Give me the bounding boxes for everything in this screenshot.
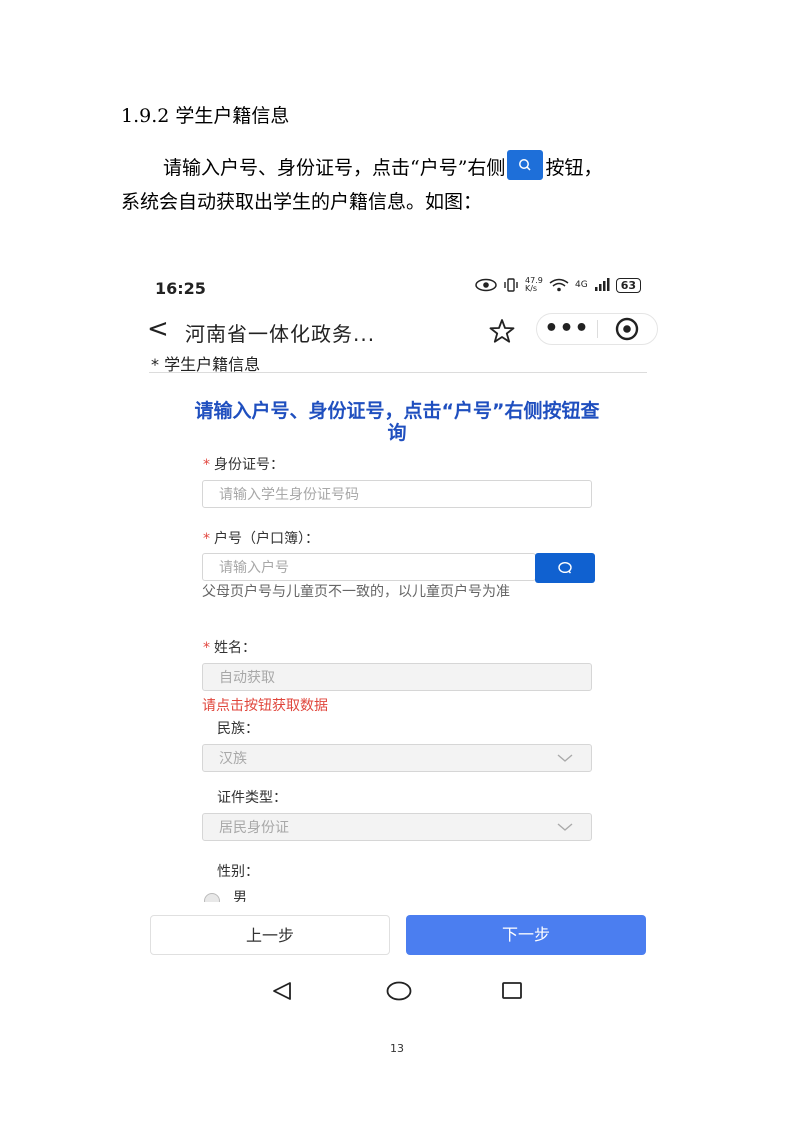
signal-icon — [594, 278, 610, 291]
name-label: * 姓名： — [203, 637, 256, 657]
page-number: 13 — [390, 1042, 404, 1055]
search-icon — [558, 561, 572, 574]
ethnicity-select[interactable]: 汉族 — [202, 744, 592, 772]
nav-title: 河南省一体化政务... — [185, 322, 376, 346]
id-number-label-text: 身份证号： — [214, 457, 284, 473]
star-icon[interactable] — [487, 316, 517, 346]
nav-home-icon[interactable] — [386, 980, 412, 1002]
chevron-down-icon — [557, 754, 573, 762]
network-speed: 47.9 K/s — [524, 276, 543, 293]
cert-type-label: 证件类型： — [217, 790, 287, 806]
mini-program-nav-bar: < 河南省一体化政务... ••• — [127, 310, 669, 352]
cert-type-value: 居民身份证 — [219, 820, 289, 836]
id-number-input[interactable]: 请输入学生身份证号码 — [202, 480, 592, 508]
notice-text: 请输入户号、身份证号，点击“户号”右侧按钮查询 — [194, 400, 600, 444]
instruction-line-2: 系统会自动获取出学生的户籍信息。如图： — [121, 191, 483, 213]
instruction-text-b: 按钮， — [545, 157, 603, 179]
hukou-label: * 户号（户口簿）： — [203, 528, 319, 548]
battery-icon: 63 — [615, 277, 641, 293]
nav-recents-icon[interactable] — [501, 980, 523, 1002]
gender-label: 性别： — [217, 864, 259, 880]
hukou-label-text: 户号（户口簿）： — [214, 531, 319, 547]
nav-back-icon[interactable] — [271, 980, 293, 1002]
vibrate-icon — [504, 278, 518, 292]
capsule-menu: ••• — [536, 313, 658, 345]
cert-type-select[interactable]: 居民身份证 — [202, 813, 592, 841]
status-time: 16:25 — [155, 279, 206, 298]
required-mark: * — [203, 531, 210, 547]
next-step-button[interactable]: 下一步 — [406, 915, 646, 955]
status-icons: 47.9 K/s 4G 63 — [475, 277, 641, 293]
ethnicity-label: 民族： — [217, 721, 259, 737]
ethnicity-value: 汉族 — [219, 751, 247, 767]
prev-step-button[interactable]: 上一步 — [150, 915, 390, 955]
required-mark: * — [203, 640, 210, 656]
hukou-input[interactable]: 请输入户号 — [202, 553, 536, 581]
phone-screenshot: 16:25 47.9 K/s 4G 63 < 河南省一体化政务... ••• *… — [127, 265, 669, 1028]
bottom-action-bar: 上一步 下一步 — [127, 902, 669, 962]
required-mark: * — [203, 457, 210, 473]
hukou-search-button[interactable] — [535, 553, 595, 583]
instruction-line-1: 请输入户号、身份证号，点击“户号”右侧 按钮， — [163, 150, 723, 182]
chevron-down-icon — [557, 823, 573, 831]
wifi-icon — [549, 278, 569, 292]
close-button[interactable] — [598, 317, 656, 341]
network-type: 4G — [574, 280, 588, 290]
section-divider — [149, 372, 647, 373]
system-nav-bar — [127, 970, 669, 1010]
id-number-label: * 身份证号： — [203, 454, 284, 474]
hukou-hint: 父母页户号与儿童页不一致的，以儿童页户号为准 — [202, 584, 510, 600]
name-label-text: 姓名： — [214, 640, 256, 656]
eye-icon — [475, 278, 497, 292]
name-input: 自动获取 — [202, 663, 592, 691]
name-error-text: 请点击按钮获取数据 — [202, 698, 328, 714]
instruction-text-a: 请输入户号、身份证号，点击“户号”右侧 — [163, 157, 506, 179]
status-bar: 16:25 47.9 K/s 4G 63 — [127, 265, 669, 310]
section-heading: 1.9.2 学生户籍信息 — [121, 105, 290, 127]
back-icon[interactable]: < — [147, 314, 169, 344]
inline-search-icon — [507, 150, 544, 180]
target-icon — [615, 317, 639, 341]
more-button[interactable]: ••• — [537, 318, 597, 340]
